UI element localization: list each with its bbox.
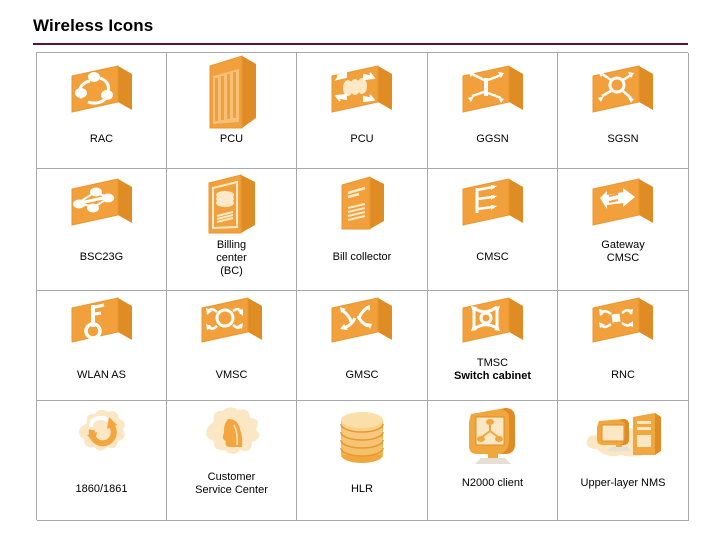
- icon-sublabel: center (BC): [216, 252, 247, 277]
- icon-cell-gateway-cmsc[interactable]: Gateway CMSC: [558, 169, 689, 291]
- page-title: Wireless Icons: [33, 16, 154, 35]
- icon-label: RNC: [611, 369, 635, 381]
- icon-label: BSC23G: [79, 251, 124, 263]
- icon-table: RAC PCU PCU GGSN SGSN BSC23G Billing cen…: [36, 52, 689, 521]
- icon-cell-cmsc[interactable]: CMSC: [428, 169, 558, 291]
- icon-cell-upper-layer-nms[interactable]: Upper-layer NMS: [558, 401, 689, 521]
- icon-label: HLR: [350, 483, 373, 495]
- icon-cell-gmsc[interactable]: GMSC: [297, 291, 428, 401]
- customer-service-center-icon: [167, 401, 296, 471]
- cmsc-box-icon: [428, 169, 557, 239]
- icon-label: 1860/1861: [75, 483, 128, 495]
- rnc-box-icon: [558, 291, 688, 357]
- icon-label: PCU: [219, 133, 244, 145]
- cloud-refresh-icon: [37, 401, 166, 471]
- icon-cell-rac[interactable]: RAC: [37, 53, 167, 169]
- icon-label: CMSC: [476, 251, 509, 263]
- icon-label: N2000 client: [461, 477, 524, 489]
- icon-label: Customer: [207, 471, 256, 483]
- icon-cell-bsc23g[interactable]: BSC23G: [37, 169, 167, 291]
- icon-label: Upper-layer NMS: [580, 477, 666, 489]
- pcu-tower-icon: [167, 53, 296, 131]
- icon-cell-wlan-as[interactable]: WLAN AS: [37, 291, 167, 401]
- icon-cell-hlr[interactable]: HLR: [297, 401, 428, 521]
- icon-cell-customer-service-center[interactable]: Customer Service Center: [167, 401, 297, 521]
- icon-label: RAC: [89, 133, 114, 145]
- gateway-cmsc-box-icon: [558, 169, 688, 239]
- icon-cell-sgsn[interactable]: SGSN: [558, 53, 689, 169]
- icon-sublabel: CMSC: [606, 252, 640, 264]
- vmsc-box-icon: [167, 291, 296, 357]
- tmsc-box-icon: [428, 291, 557, 357]
- bill-collector-icon: [297, 169, 427, 239]
- rac-box-icon: [37, 53, 166, 131]
- icon-sublabel: Service Center: [195, 484, 268, 496]
- hlr-database-icon: [297, 401, 427, 471]
- n2000-client-monitor-icon: [428, 401, 557, 471]
- icon-cell-1860-1861[interactable]: 1860/1861: [37, 401, 167, 521]
- icon-label: Gateway: [601, 239, 645, 251]
- icon-label: PCU: [350, 133, 374, 145]
- icon-label: GMSC: [345, 369, 379, 381]
- icon-label: SGSN: [607, 133, 639, 145]
- slide-page: Wireless Icons RAC PCU PCU GGSN SGSN BSC…: [0, 0, 720, 540]
- icon-cell-vmsc[interactable]: VMSC: [167, 291, 297, 401]
- icon-label: WLAN AS: [77, 369, 126, 381]
- icon-cell-tmsc[interactable]: TMSC Switch cabinet: [428, 291, 558, 401]
- icon-label: Billing: [216, 239, 247, 251]
- icon-label: Bill collector: [332, 251, 392, 263]
- icon-cell-billing-center[interactable]: Billing center (BC): [167, 169, 297, 291]
- gmsc-box-icon: [297, 291, 427, 357]
- ggsn-box-icon: [428, 53, 557, 131]
- icon-label: VMSC: [215, 369, 248, 381]
- icon-cell-rnc[interactable]: RNC: [558, 291, 689, 401]
- icon-label: TMSC: [476, 357, 509, 369]
- bsc23g-box-icon: [37, 169, 166, 239]
- icon-sublabel: Switch cabinet: [453, 370, 532, 382]
- icon-cell-pcu-box[interactable]: PCU: [297, 53, 428, 169]
- icon-label: GGSN: [476, 133, 509, 145]
- sgsn-box-icon: [558, 53, 688, 131]
- pcu-box-icon: [297, 53, 427, 131]
- upper-layer-nms-icon: [558, 401, 688, 471]
- icon-cell-pcu-tower[interactable]: PCU: [167, 53, 297, 169]
- icon-cell-n2000-client[interactable]: N2000 client: [428, 401, 558, 521]
- title-divider: [33, 43, 688, 45]
- wlan-as-box-icon: [37, 291, 166, 357]
- icon-cell-bill-collector[interactable]: Bill collector: [297, 169, 428, 291]
- billing-center-icon: [167, 169, 296, 239]
- icon-cell-ggsn[interactable]: GGSN: [428, 53, 558, 169]
